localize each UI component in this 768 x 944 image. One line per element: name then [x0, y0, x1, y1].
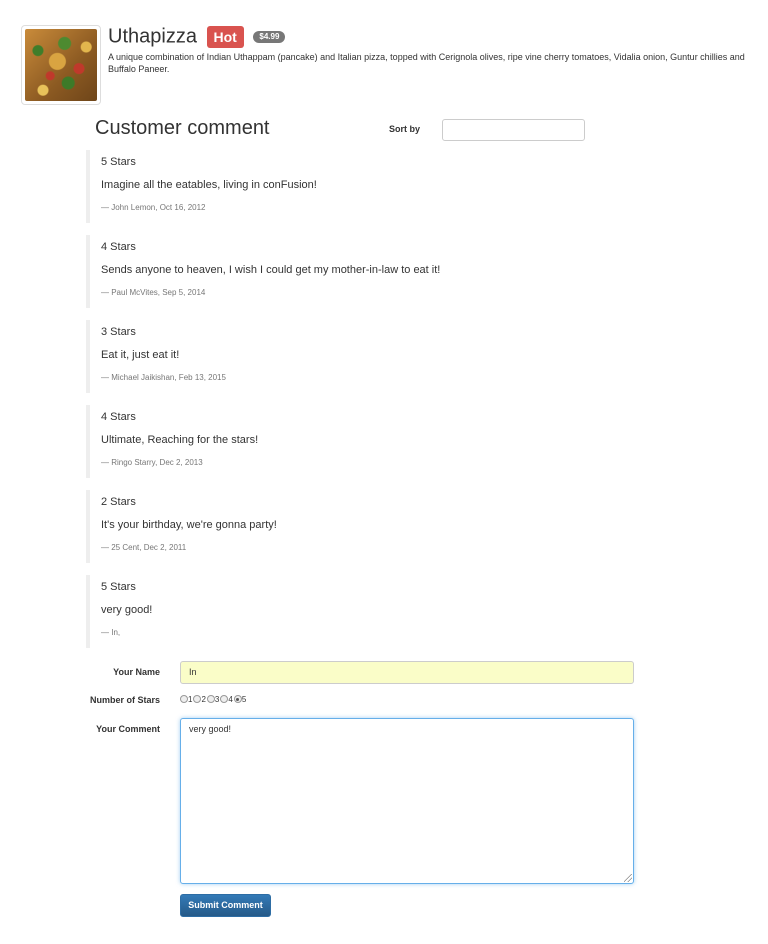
- radio-circle-icon[interactable]: [180, 695, 188, 703]
- star-radio-2[interactable]: 2: [193, 695, 206, 704]
- dish-heading: Uthapizza Hot $4.99: [108, 25, 761, 49]
- comment-item: 4 Stars Sends anyone to heaven, I wish I …: [86, 235, 646, 308]
- comment-label: Your Comment: [96, 724, 160, 734]
- comment-item: 5 Stars Imagine all the eatables, living …: [86, 150, 646, 223]
- star-radio-5[interactable]: 5: [233, 695, 247, 704]
- name-label: Your Name: [113, 667, 160, 677]
- radio-circle-icon[interactable]: [233, 695, 242, 703]
- comment-textarea-value: very good!: [189, 724, 232, 734]
- sort-input[interactable]: [442, 119, 585, 141]
- comment-item: 4 Stars Ultimate, Reaching for the stars!…: [86, 405, 646, 478]
- comment-textarea[interactable]: very good!: [180, 718, 634, 884]
- name-input[interactable]: In: [180, 661, 634, 684]
- comment-text: Ultimate, Reaching for the stars!: [101, 434, 259, 446]
- comment-text: Imagine all the eatables, living in conF…: [101, 179, 317, 191]
- star-rating-radios: 12345: [180, 695, 247, 704]
- comment-stars: 5 Stars: [101, 156, 136, 168]
- comment-item: 2 Stars It's your birthday, we're gonna p…: [86, 490, 646, 563]
- dish-name: Uthapizza: [108, 25, 197, 48]
- comment-item: 3 Stars Eat it, just eat it! — Michael Jai…: [86, 320, 646, 393]
- submit-comment-button[interactable]: Submit Comment: [180, 894, 271, 917]
- star-radio-label: 4: [228, 695, 233, 704]
- star-radio-label: 5: [241, 695, 247, 704]
- comment-text: Sends anyone to heaven, I wish I could g…: [101, 264, 441, 276]
- comment-stars: 2 Stars: [101, 496, 136, 508]
- comment-meta: — Ringo Starry, Dec 2, 2013: [101, 458, 203, 467]
- comment-text: It's your birthday, we're gonna party!: [101, 519, 277, 531]
- hot-label: Hot: [206, 25, 244, 48]
- comment-text: very good!: [101, 604, 153, 616]
- star-radio-label: 1: [188, 695, 193, 704]
- comment-meta: — In,: [101, 628, 121, 637]
- star-radio-1[interactable]: 1: [180, 695, 192, 704]
- star-radio-label: 2: [201, 695, 206, 704]
- dish-description: A unique combination of Indian Uthappam …: [108, 52, 745, 74]
- sort-label: Sort by: [389, 124, 421, 134]
- comments-title: Customer comment: [95, 117, 270, 139]
- comment-stars: 3 Stars: [101, 326, 136, 338]
- comment-meta: — Michael Jaikishan, Feb 13, 2015: [101, 373, 226, 382]
- comment-text: Eat it, just eat it!: [101, 349, 180, 361]
- dish-body: Uthapizza Hot $4.99 A unique combination…: [108, 25, 761, 75]
- stars-label: Number of Stars: [89, 695, 160, 705]
- dish-thumbnail: [21, 25, 101, 105]
- star-radio-label: 3: [214, 695, 220, 704]
- resize-grip-icon[interactable]: [624, 874, 632, 882]
- star-radio-4[interactable]: 4: [220, 695, 233, 704]
- star-radio-3[interactable]: 3: [206, 695, 220, 704]
- price-badge: $4.99: [253, 30, 286, 43]
- comment-meta: — John Lemon, Oct 16, 2012: [101, 203, 206, 212]
- pizza-image: [25, 29, 97, 101]
- comment-stars: 5 Stars: [101, 581, 136, 593]
- comment-meta: — Paul McVites, Sep 5, 2014: [101, 288, 206, 297]
- comment-meta: — 25 Cent, Dec 2, 2011: [101, 543, 187, 552]
- comment-stars: 4 Stars: [101, 241, 136, 253]
- radio-circle-icon[interactable]: [206, 695, 215, 703]
- dish-media: Uthapizza Hot $4.99 A unique combination…: [21, 25, 761, 105]
- comment-stars: 4 Stars: [101, 411, 136, 423]
- comment-item: 5 Stars very good! — In,: [86, 575, 646, 648]
